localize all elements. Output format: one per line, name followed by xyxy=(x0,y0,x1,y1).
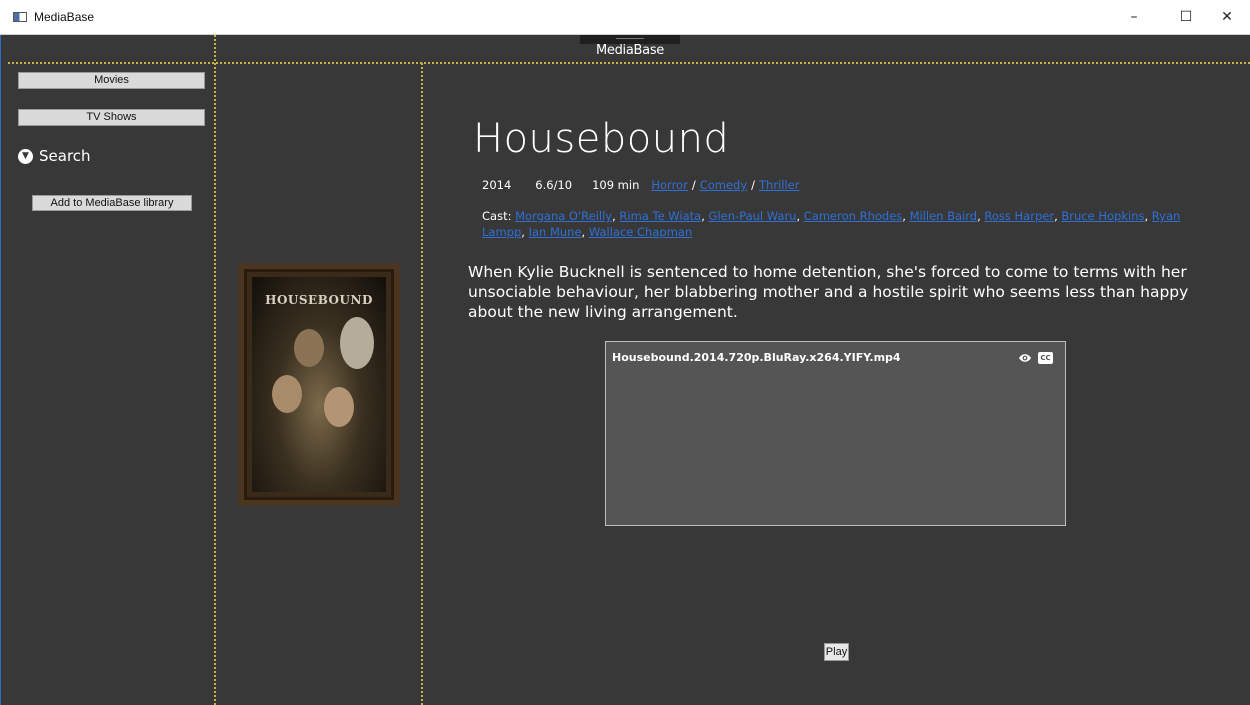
app-header-title: MediaBase xyxy=(595,43,664,58)
actor-link[interactable]: Ross Harper xyxy=(984,209,1054,223)
actor-link[interactable]: Cameron Rhodes xyxy=(804,209,903,223)
window-title: MediaBase xyxy=(34,10,95,24)
tv-shows-button[interactable]: TV Shows xyxy=(18,109,205,126)
chevron-down-icon: ▼ xyxy=(18,148,33,164)
grid-divider-poster xyxy=(421,63,423,705)
list-item[interactable]: Housebound.2014.720p.BluRay.x264.YIFY.mp… xyxy=(611,350,1062,368)
play-button[interactable]: Play xyxy=(824,643,849,661)
window-titlebar: MediaBase – ☐ ✕ xyxy=(0,0,1250,35)
search-label: Search xyxy=(39,147,91,165)
poster-figure xyxy=(294,329,324,367)
file-list: Housebound.2014.720p.BluRay.x264.YIFY.mp… xyxy=(605,341,1066,526)
add-to-library-button[interactable]: Add to MediaBase library xyxy=(32,195,192,211)
genre-link[interactable]: Horror xyxy=(651,178,687,192)
actor-link[interactable]: Millen Baird xyxy=(910,209,977,223)
movie-runtime: 109 min xyxy=(592,178,640,192)
movie-rating: 6.6/10 xyxy=(535,178,573,192)
poster-image: HOUSEBOUND xyxy=(252,277,386,492)
actor-link[interactable]: Glen-Paul Waru xyxy=(709,209,797,223)
genre-separator: / xyxy=(751,178,756,192)
app-window-icon xyxy=(13,12,27,22)
movie-meta: 2014 6.6/10 109 min Horror / Comedy / Th… xyxy=(482,178,799,192)
genre-separator: / xyxy=(691,178,696,192)
movie-year: 2014 xyxy=(482,178,512,192)
minimize-button[interactable]: – xyxy=(1111,0,1157,34)
eye-icon[interactable] xyxy=(1018,353,1032,363)
poster-figure xyxy=(272,375,302,413)
app-content: MediaBase Movies TV Shows ▼ Search Add t… xyxy=(8,35,1250,705)
actor-link[interactable]: Rima Te Wiata xyxy=(619,209,701,223)
poster-figure xyxy=(340,317,374,369)
movie-title: Housebound xyxy=(473,116,730,162)
movie-synopsis: When Kylie Bucknell is sentenced to home… xyxy=(468,263,1189,321)
search-expander[interactable]: ▼ Search xyxy=(18,147,91,165)
movies-button[interactable]: Movies xyxy=(18,72,205,89)
maximize-button[interactable]: ☐ xyxy=(1163,0,1209,34)
genre-link[interactable]: Comedy xyxy=(700,178,747,192)
file-name: Housebound.2014.720p.BluRay.x264.YIFY.mp… xyxy=(612,351,901,364)
poster-title-text: HOUSEBOUND xyxy=(265,293,373,307)
movie-poster: HOUSEBOUND xyxy=(238,263,400,506)
close-button[interactable]: ✕ xyxy=(1204,0,1250,34)
actor-link[interactable]: Morgana O'Reilly xyxy=(515,209,612,223)
actor-link[interactable]: Bruce Hopkins xyxy=(1061,209,1144,223)
actor-link[interactable]: Wallace Chapman xyxy=(589,225,692,239)
closed-captions-icon[interactable]: CC xyxy=(1038,352,1053,364)
actor-link[interactable]: Ian Mune xyxy=(529,225,582,239)
poster-figure xyxy=(324,387,354,427)
grip-icon xyxy=(616,38,644,39)
cast-label: Cast: xyxy=(482,209,512,223)
window-left-border xyxy=(0,35,8,705)
grid-divider-horizontal xyxy=(8,62,1250,64)
genre-link[interactable]: Thriller xyxy=(759,178,799,192)
grid-divider-sidebar xyxy=(214,35,216,705)
cast-list: Cast: Morgana O'Reilly, Rima Te Wiata, G… xyxy=(482,209,1181,239)
